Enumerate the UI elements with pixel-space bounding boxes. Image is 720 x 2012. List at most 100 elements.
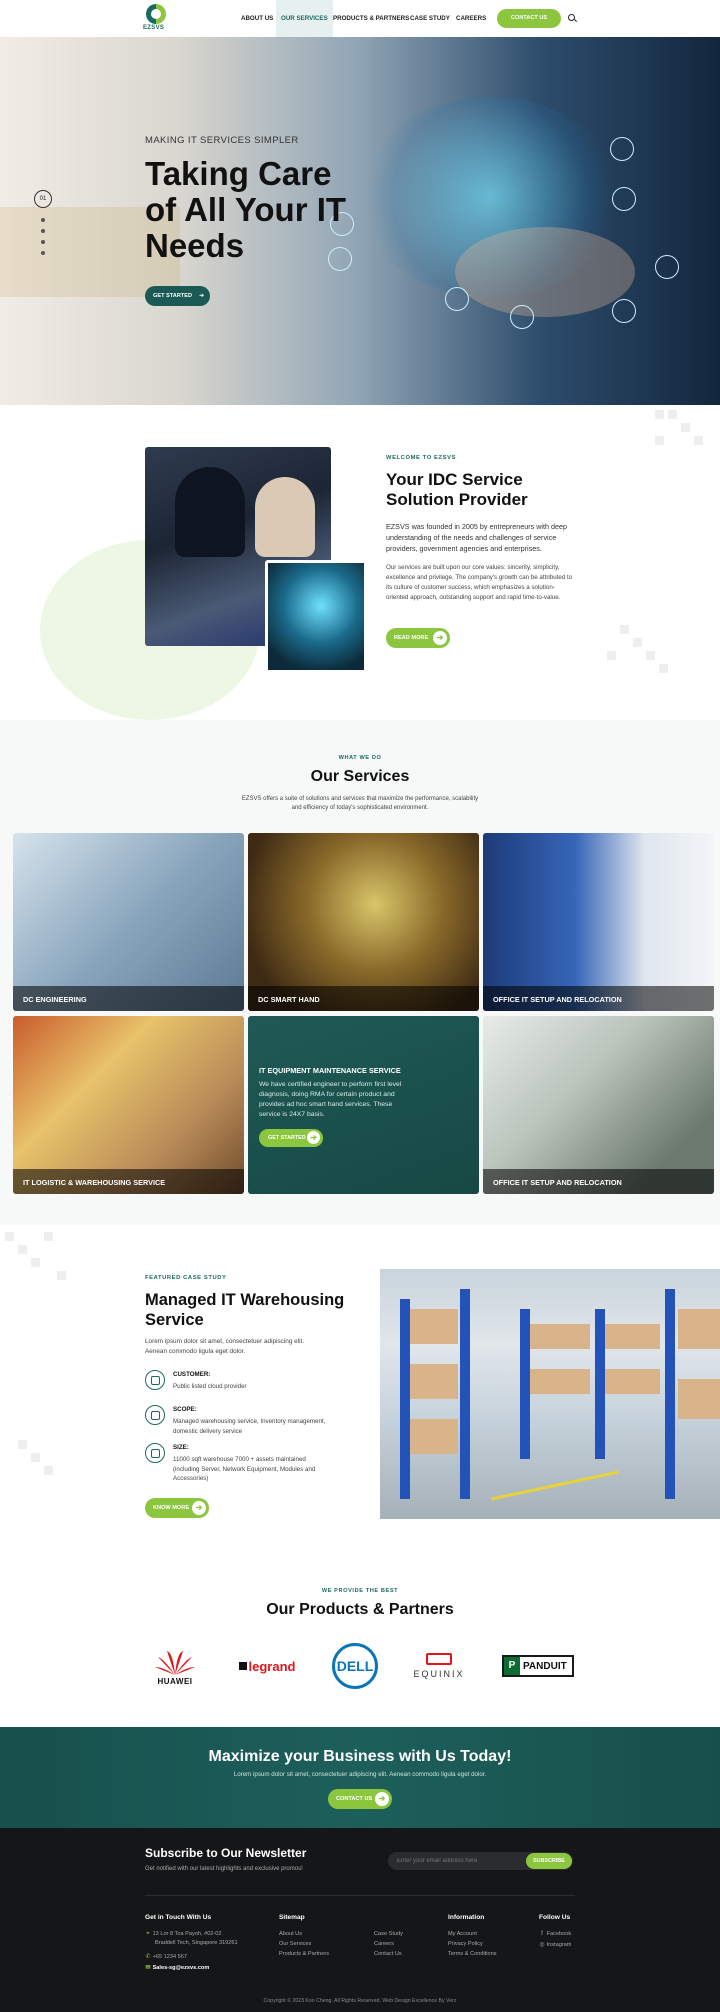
facebook-label: Facebook xyxy=(546,1931,572,1937)
footer-link-careers[interactable]: Careers xyxy=(374,1941,394,1947)
know-more-label: KNOW MORE xyxy=(153,1505,190,1511)
phone-icon: ✆ xyxy=(145,1954,151,1960)
legrand-logo[interactable]: legrand xyxy=(233,1643,301,1689)
scope-value: Managed warehousing service, Inventory m… xyxy=(173,1418,326,1435)
read-more-button[interactable]: READ MORE ➔ xyxy=(386,628,450,648)
logo-icon[interactable] xyxy=(144,4,168,24)
huawei-petals-icon xyxy=(155,1650,195,1675)
service-card-it-equipment-maintenance[interactable]: IT EQUIPMENT MAINTENANCE SERVICE We have… xyxy=(248,1016,479,1194)
read-more-label: READ MORE xyxy=(394,635,429,641)
hero-eyebrow: MAKING IT SERVICES SIMPLER xyxy=(145,135,299,146)
get-started-button[interactable]: GET STARTED ➔ xyxy=(259,1129,323,1147)
truck-icon xyxy=(655,255,679,279)
slide-dot[interactable] xyxy=(41,251,45,255)
get-started-button[interactable]: GET STARTED ➔ xyxy=(145,286,210,306)
dell-logo[interactable]: DELL xyxy=(331,1643,379,1689)
services-description: EZSVS offers a suite of solutions and se… xyxy=(241,796,479,811)
service-card-office-it-setup-2[interactable]: OFFICE IT SETUP AND RELOCATION xyxy=(483,1016,714,1194)
bus-icon xyxy=(510,305,534,329)
know-more-button[interactable]: KNOW MORE ➔ xyxy=(145,1498,209,1518)
facebook-icon: f xyxy=(541,1931,543,1937)
footer-link-privacy-policy[interactable]: Privacy Policy xyxy=(448,1941,483,1947)
get-started-label: GET STARTED xyxy=(153,293,193,299)
service-card-label: IT LOGISTIC & WAREHOUSING SERVICE xyxy=(13,1169,244,1194)
cloud-icon xyxy=(610,137,634,161)
nav-our-services[interactable]: OUR SERVICES xyxy=(276,0,333,37)
panduit-logo[interactable]: P PANDUIT xyxy=(502,1643,574,1689)
laptop-tech-photo xyxy=(265,560,367,673)
facebook-link[interactable]: f Facebook xyxy=(539,1931,571,1937)
instagram-label: Instagram xyxy=(546,1942,572,1948)
legrand-text: legrand xyxy=(248,1658,296,1674)
panduit-text: PANDUIT xyxy=(523,1660,567,1672)
service-card-label: OFFICE IT SETUP AND RELOCATION xyxy=(483,986,714,1011)
size-value: 11000 sqft warehouse 7000 + assets maint… xyxy=(173,1456,316,1482)
footer-link-terms[interactable]: Terms & Conditions xyxy=(448,1951,497,1957)
about-paragraph-2: Our services are built upon our core val… xyxy=(386,564,573,601)
customer-icon xyxy=(145,1370,165,1390)
size-icon xyxy=(145,1443,165,1463)
partners-title: Our Products & Partners xyxy=(266,1601,454,1618)
cta-contact-button[interactable]: CONTACT US ➔ xyxy=(328,1789,392,1809)
service-card-dc-engineering[interactable]: DC ENGINEERING xyxy=(13,833,244,1011)
footer-link-case-study[interactable]: Case Study xyxy=(374,1931,403,1937)
address: ⌖ 13 Lor 8 Toa Payoh, #02-02 xyxy=(145,1931,222,1938)
about-eyebrow: WELCOME TO EZSVS xyxy=(386,455,457,461)
about-paragraph-1: EZSVS was founded in 2005 by entrepreneu… xyxy=(386,522,568,553)
slide-indicator[interactable]: 01 xyxy=(34,190,52,208)
partners-eyebrow: WE PROVIDE THE BEST xyxy=(321,1588,399,1594)
huawei-text: HUAWEI xyxy=(157,1676,193,1686)
nav-case-study[interactable]: CASE STUDY xyxy=(405,0,455,37)
case-study-eyebrow: FEATURED CASE STUDY xyxy=(145,1275,227,1281)
scope-heading: SCOPE: xyxy=(173,1406,197,1413)
nav-products-partners[interactable]: PRODUCTS & PARTNERS xyxy=(328,0,414,37)
nav-about-us[interactable]: ABOUT US xyxy=(236,0,278,37)
copyright: Copyright © 2023 Koo Cheng. All Rights R… xyxy=(263,1998,457,2004)
get-started-label: GET STARTED xyxy=(268,1135,306,1141)
hero-title: Taking Care of All Your IT Needs xyxy=(145,155,347,264)
service-card-label: DC SMART HAND xyxy=(248,986,479,1011)
mail-icon: ✉ xyxy=(145,1965,151,1971)
service-card-it-logistic[interactable]: IT LOGISTIC & WAREHOUSING SERVICE xyxy=(13,1016,244,1194)
equinix-text: EQUINIX xyxy=(413,1669,465,1679)
service-card-label: OFFICE IT SETUP AND RELOCATION xyxy=(483,1169,714,1194)
cta-description: Lorem ipsum dolor sit amet, consectetuer… xyxy=(233,1771,487,1778)
customer-heading: CUSTOMER: xyxy=(173,1371,211,1378)
service-card-title: IT EQUIPMENT MAINTENANCE SERVICE xyxy=(259,1066,401,1075)
newsletter-title: Subscribe to Our Newsletter xyxy=(145,1846,307,1860)
nav-careers[interactable]: CAREERS xyxy=(451,0,491,37)
contact-heading: Get in Touch With Us xyxy=(145,1914,212,1921)
service-card-dc-smart-hand[interactable]: DC SMART HAND xyxy=(248,833,479,1011)
newsletter-description: Get notified with our latest highlights … xyxy=(145,1866,303,1872)
instagram-link[interactable]: ◎ Instagram xyxy=(539,1941,571,1948)
service-card-description: We have certified engineer to perform fi… xyxy=(259,1081,402,1118)
service-card-office-it-setup[interactable]: OFFICE IT SETUP AND RELOCATION xyxy=(483,833,714,1011)
search-icon[interactable] xyxy=(568,14,575,21)
phone[interactable]: ✆ +65 1234 567 xyxy=(145,1953,187,1960)
footer-link-contact-us[interactable]: Contact Us xyxy=(374,1951,402,1957)
footer-link-about-us[interactable]: About Us xyxy=(279,1931,302,1937)
services-title: Our Services xyxy=(310,768,410,785)
contact-us-button[interactable]: CONTACT US xyxy=(497,9,561,28)
slide-dot[interactable] xyxy=(41,240,45,244)
logo-text[interactable]: EZSVS xyxy=(143,25,164,31)
footer-link-products-partners[interactable]: Products & Partners xyxy=(279,1951,329,1957)
location-pin-icon: ⌖ xyxy=(146,1931,150,1937)
huawei-logo[interactable]: HUAWEI xyxy=(145,1643,205,1689)
information-heading: Information xyxy=(448,1914,485,1921)
phone-number: +65 1234 567 xyxy=(152,1954,187,1960)
address-line-2: Braddell Tech, Singapore 319261 xyxy=(155,1940,238,1946)
site-footer xyxy=(0,1828,720,2012)
service-card-label: DC ENGINEERING xyxy=(13,986,244,1011)
services-eyebrow: WHAT WE DO xyxy=(338,755,382,761)
footer-link-our-services[interactable]: Our Services xyxy=(279,1941,311,1947)
slide-dot[interactable] xyxy=(41,229,45,233)
address-line-1: 13 Lor 8 Toa Payoh, #02-02 xyxy=(152,1931,222,1937)
equinix-logo[interactable]: EQUINIX xyxy=(406,1643,472,1689)
subscribe-button[interactable]: SUBSCRIBE xyxy=(526,1853,572,1869)
email[interactable]: ✉ Sales-sg@ezsvs.com xyxy=(145,1964,209,1971)
footer-divider xyxy=(145,1895,575,1896)
slide-dot[interactable] xyxy=(41,218,45,222)
footer-link-my-account[interactable]: My Account xyxy=(448,1931,477,1937)
dell-text: DELL xyxy=(336,1658,374,1674)
